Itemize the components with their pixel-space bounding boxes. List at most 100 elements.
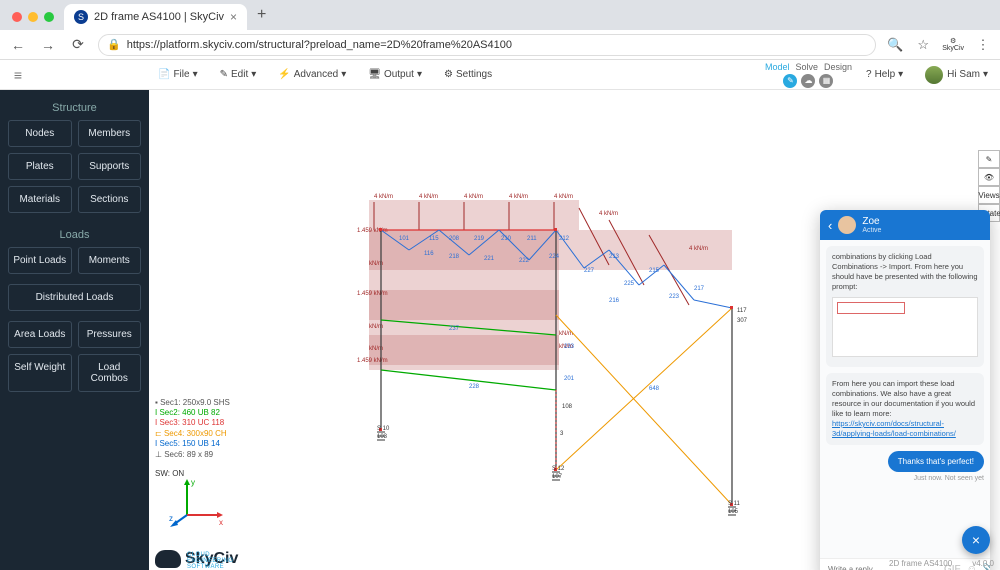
svg-text:237: 237 <box>449 326 460 332</box>
svg-text:648: 648 <box>649 386 660 392</box>
menu-icon[interactable]: ⋮ <box>974 37 992 53</box>
svg-text:4 kN/m: 4 kN/m <box>599 211 618 217</box>
brand-logo: SkyCiv CLOUD ENGINEERING SOFTWARE <box>155 550 238 568</box>
svg-text:108: 108 <box>562 404 573 410</box>
star-icon[interactable]: ☆ <box>914 37 932 53</box>
svg-text:4 kN/m: 4 kN/m <box>419 194 438 200</box>
url-text: https://platform.skyciv.com/structural?p… <box>127 39 512 51</box>
pencil-tool[interactable]: ✎ <box>978 150 1000 168</box>
svg-text:4 kN/m: 4 kN/m <box>509 194 528 200</box>
svg-text:S 12: S 12 <box>552 466 565 472</box>
svg-text:223: 223 <box>669 294 680 300</box>
svg-text:208: 208 <box>449 236 460 242</box>
svg-text:101: 101 <box>399 236 410 242</box>
window-controls[interactable] <box>12 12 54 22</box>
model-canvas[interactable]: 4 kN/m 4 kN/m 4 kN/m 4 kN/m 4 kN/m 4 kN/… <box>149 90 1000 570</box>
sidebar-members[interactable]: Members <box>78 120 142 147</box>
svg-text:215: 215 <box>649 268 660 274</box>
help-menu[interactable]: ? Help ▾ <box>866 69 903 80</box>
svg-text:233: 233 <box>564 344 575 350</box>
cloud-icon <box>155 550 181 568</box>
forward-button[interactable]: → <box>38 37 58 53</box>
sidebar-plates[interactable]: Plates <box>8 153 72 180</box>
support-chat: ‹ Zoe Active combinations by clicking Lo… <box>820 210 990 570</box>
svg-text:213: 213 <box>609 254 620 260</box>
sidebar-point-loads[interactable]: Point Loads <box>8 247 72 274</box>
sidebar-materials[interactable]: Materials <box>8 186 72 213</box>
chat-back-icon[interactable]: ‹ <box>828 218 832 233</box>
new-tab-button[interactable]: + <box>257 6 266 24</box>
user-menu[interactable]: Hi Sam ▾ <box>947 69 988 80</box>
chat-link[interactable]: https://skyciv.com/docs/structural-3d/ap… <box>832 419 956 438</box>
back-button[interactable]: ← <box>8 37 28 53</box>
sidebar-distributed-loads[interactable]: Distributed Loads <box>8 284 141 311</box>
sidebar-moments[interactable]: Moments <box>78 247 142 274</box>
current-file: 2D frame AS4100 <box>889 559 952 568</box>
browser-tab[interactable]: S 2D frame AS4100 | SkyCiv × <box>64 4 247 30</box>
visibility-tool[interactable]: 👁 <box>978 168 1000 186</box>
axis-gizmo: y x z <box>167 475 227 530</box>
sidebar-pressures[interactable]: Pressures <box>78 321 142 348</box>
chat-message: From here you can import these load comb… <box>826 373 984 446</box>
svg-text:4 kN/m: 4 kN/m <box>374 194 393 200</box>
avatar <box>838 216 856 234</box>
svg-text:4 kN/m: 4 kN/m <box>464 194 483 200</box>
hamburger-icon[interactable]: ≡ <box>8 67 28 83</box>
svg-text:105: 105 <box>728 509 739 515</box>
chat-image <box>832 297 978 357</box>
tab-title: 2D frame AS4100 | SkyCiv <box>94 11 224 23</box>
svg-text:3: 3 <box>560 431 564 437</box>
settings-menu[interactable]: ⚙ Settings <box>444 69 492 80</box>
svg-text:103: 103 <box>377 434 388 440</box>
url-input[interactable]: 🔒 https://platform.skyciv.com/structural… <box>98 34 876 56</box>
sidebar-self-weight[interactable]: Self Weight <box>8 354 72 392</box>
edit-menu[interactable]: ✎ Edit ▾ <box>220 69 257 80</box>
svg-text:4 kN/m: 4 kN/m <box>689 246 708 252</box>
close-icon[interactable]: × <box>230 10 237 24</box>
chat-message: combinations by clicking Load Combinatio… <box>826 246 984 367</box>
lock-icon: 🔒 <box>107 38 121 51</box>
app-toolbar: ≡ 📄 File ▾ ✎ Edit ▾ ⚡ Advanced ▾ 🖥 Outpu… <box>0 60 1000 90</box>
sidebar-heading-loads: Loads <box>0 223 149 247</box>
svg-text:115: 115 <box>429 236 439 242</box>
svg-text:y: y <box>191 478 195 487</box>
svg-text:216: 216 <box>609 298 620 304</box>
sidebar-load-combos[interactable]: Load Combos <box>78 354 142 392</box>
chat-close-fab[interactable]: × <box>962 526 990 554</box>
svg-text:117: 117 <box>737 308 747 314</box>
svg-text:S 11: S 11 <box>728 501 741 507</box>
svg-text:219: 219 <box>474 236 485 242</box>
sidebar-nodes[interactable]: Nodes <box>8 120 72 147</box>
search-icon[interactable]: 🔍 <box>886 37 904 53</box>
sidebar-supports[interactable]: Supports <box>78 153 142 180</box>
extension-icon[interactable]: ⚙SkyCiv <box>942 37 964 52</box>
chat-header[interactable]: ‹ Zoe Active <box>820 210 990 240</box>
svg-text:228: 228 <box>469 384 480 390</box>
file-menu[interactable]: 📄 File ▾ <box>158 69 198 80</box>
advanced-menu[interactable]: ⚡ Advanced ▾ <box>278 69 346 80</box>
svg-text:x: x <box>219 518 223 527</box>
svg-text:210: 210 <box>501 236 512 242</box>
avatar[interactable] <box>925 66 943 84</box>
svg-text:217: 217 <box>694 286 705 292</box>
svg-text:221: 221 <box>484 256 495 262</box>
reload-button[interactable]: ⟳ <box>68 36 88 53</box>
svg-text:224: 224 <box>549 254 560 260</box>
svg-text:116: 116 <box>424 251 434 257</box>
output-menu[interactable]: 🖥 Output ▾ <box>368 69 422 80</box>
sidebar-heading-structure: Structure <box>0 96 149 120</box>
chat-agent-status: Active <box>862 227 881 234</box>
mode-switcher[interactable]: ModelSolveDesign ✎☁▦ <box>765 62 852 88</box>
views-button[interactable]: Views <box>978 186 1000 204</box>
favicon-icon: S <box>74 10 88 24</box>
svg-text:222: 222 <box>519 258 530 264</box>
sidebar-area-loads[interactable]: Area Loads <box>8 321 72 348</box>
svg-text:212: 212 <box>559 236 570 242</box>
browser-tabbar: S 2D frame AS4100 | SkyCiv × + <box>0 0 1000 30</box>
status-bar: 2D frame AS4100 v4.0.0 <box>889 559 994 568</box>
svg-text:z: z <box>169 514 173 523</box>
chat-seen-status: Just now. Not seen yet <box>826 475 984 482</box>
svg-text:kN/m: kN/m <box>559 331 573 337</box>
svg-text:201: 201 <box>564 376 575 382</box>
sidebar-sections[interactable]: Sections <box>78 186 142 213</box>
